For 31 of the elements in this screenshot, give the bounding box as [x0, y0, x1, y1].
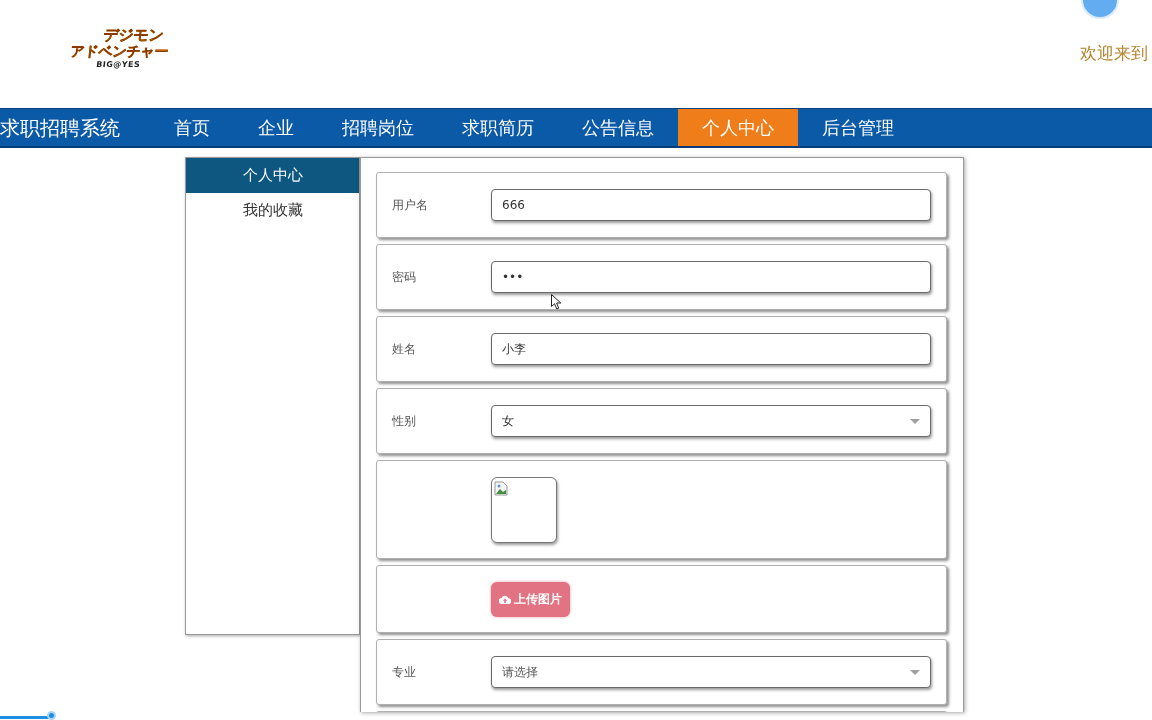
- nav-link[interactable]: 公告信息: [558, 109, 678, 146]
- broken-image-icon: [494, 480, 508, 496]
- welcome-text: 欢迎来到: [1080, 42, 1148, 65]
- select-field[interactable]: 女: [491, 405, 931, 437]
- select-placeholder: 请选择: [502, 664, 538, 681]
- text-input[interactable]: 666: [491, 189, 931, 221]
- nav-link[interactable]: 招聘岗位: [318, 109, 438, 146]
- select-field[interactable]: 请选择: [491, 656, 931, 688]
- field-label: 密码: [391, 269, 417, 286]
- field-label: 专业: [391, 664, 417, 681]
- slider-thumb[interactable]: [46, 711, 56, 720]
- field-label: 性别: [391, 413, 417, 430]
- nav-link[interactable]: 首页: [150, 109, 234, 146]
- dropdown-caret-icon: [910, 418, 920, 424]
- field-label: 用户名: [391, 197, 429, 214]
- field-label: 姓名: [391, 341, 417, 358]
- nav-link[interactable]: 企业: [234, 109, 318, 146]
- logo-text: アドベンチャー: [69, 43, 170, 59]
- sidebar-item[interactable]: 我的收藏: [186, 193, 359, 228]
- text-input[interactable]: •••: [491, 261, 931, 293]
- site-title: 求职招聘系统: [0, 114, 121, 142]
- logo-tagline: BIG@YES: [95, 60, 141, 69]
- circle-badge-icon: [1081, 0, 1119, 19]
- nav-link[interactable]: 后台管理: [798, 109, 918, 146]
- cloud-upload-icon: [499, 594, 511, 604]
- dropdown-caret-icon: [910, 669, 920, 675]
- select-value: 女: [502, 413, 514, 430]
- nav-link[interactable]: 求职简历: [438, 109, 558, 146]
- logo-text: デジモン: [102, 27, 165, 43]
- sidebar-item[interactable]: 个人中心: [186, 158, 359, 193]
- text-input[interactable]: 小李: [491, 333, 931, 365]
